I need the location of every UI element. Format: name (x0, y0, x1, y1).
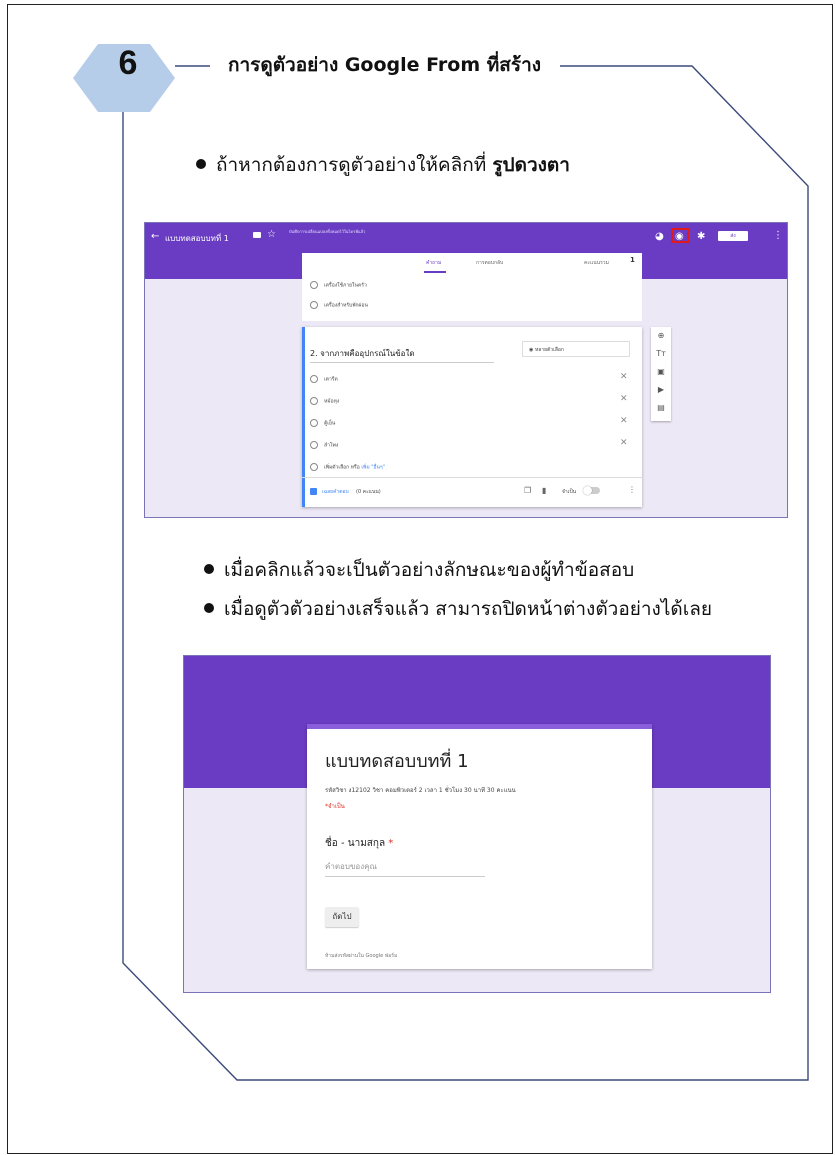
folder-icon[interactable] (253, 232, 261, 238)
question-label-text: ชื่อ - นามสกุล (325, 838, 386, 849)
add-option-link[interactable]: เพิ่มตัวเลือก หรือ (324, 465, 360, 471)
radio-icon (310, 281, 318, 289)
remove-option-icon[interactable]: ✕ (620, 372, 628, 382)
option-item[interactable]: ลำโพง (310, 441, 338, 450)
total-points-label: คะแนนรวม (584, 260, 609, 266)
preview-card-stripe (307, 724, 652, 729)
radio-icon (310, 463, 318, 471)
active-question-card: 2. จากภาพคืออุปกรณ์ในข้อใด ◉ หลายตัวเลือ… (302, 327, 642, 507)
tab-responses[interactable]: การตอบกลับ (476, 259, 503, 267)
next-button[interactable]: ถัดไป (325, 907, 359, 927)
palette-icon[interactable]: ◕ (655, 231, 664, 242)
option-item[interactable]: หม้อหุง (310, 397, 339, 406)
question-type-label: หลายตัวเลือก (534, 347, 564, 353)
radio-icon (310, 301, 318, 309)
answer-input[interactable]: คำตอบของคุณ (325, 860, 485, 877)
remove-option-icon[interactable]: ✕ (620, 394, 628, 404)
bullet-eye-instruction: ถ้าหากต้องการดูตัวอย่างให้คลิกที่ รูปดวง… (196, 150, 570, 180)
add-section-icon[interactable]: ▤ (651, 403, 671, 412)
preview-form-description: รหัสวิชา ง12102 วิชา คอมพิวเตอร์ 2 เวลา … (325, 787, 516, 794)
radio-icon (310, 397, 318, 405)
save-status-note: บันทึกการเปลี่ยนแปลงทั้งหมดไว้ในไดรฟ์แล้… (289, 229, 366, 234)
prev-option: เครื่องสำหรับพักผ่อน (310, 301, 368, 310)
step-number: 6 (118, 44, 138, 82)
radio-icon (310, 441, 318, 449)
option-label[interactable]: หม้อหุง (324, 399, 339, 405)
required-toggle[interactable] (583, 486, 600, 495)
form-title[interactable]: แบบทดสอบบทที่ 1 (165, 232, 229, 245)
floating-toolbar: ⊕ Tт ▣ ▶ ▤ (651, 327, 671, 421)
add-title-icon[interactable]: Tт (651, 349, 671, 358)
bullet-text: เมื่อดูตัวตัวอย่างเสร็จแล้ว สามารถปิดหน้… (224, 598, 712, 620)
previous-question-card: เครื่องใช้ภายในครัว เครื่องสำหรับพักผ่อน (302, 273, 642, 321)
required-star: * (388, 838, 394, 849)
bullet-text: ถ้าหากต้องการดูตัวอย่างให้คลิกที่ (216, 154, 493, 176)
bullet-bold-text: รูปดวงตา (492, 154, 570, 176)
remove-option-icon[interactable]: ✕ (620, 438, 628, 448)
gear-icon[interactable]: ✱ (697, 231, 705, 242)
more-options-icon[interactable]: ⋮ (628, 485, 636, 494)
question-label: ชื่อ - นามสกุล * (325, 836, 393, 851)
bullet-text: เมื่อคลิกแล้วจะเป็นตัวอย่างลักษณะของผู้ท… (224, 559, 635, 581)
preview-form-card: แบบทดสอบบทที่ 1 รหัสวิชา ง12102 วิชา คอม… (307, 724, 652, 969)
bullet-dot (196, 158, 206, 169)
more-menu-icon[interactable]: ⋮ (773, 230, 783, 241)
tab-questions[interactable]: คำถาม (426, 259, 441, 267)
option-label[interactable]: ลำโพง (324, 443, 338, 449)
send-button[interactable]: ส่ง (718, 231, 748, 241)
option-item[interactable]: ตู้เย็น (310, 419, 335, 428)
star-icon[interactable]: ☆ (267, 229, 276, 240)
add-question-icon[interactable]: ⊕ (651, 331, 671, 340)
preview-screenshot: แบบทดสอบบทที่ 1 รหัสวิชา ง12102 วิชา คอม… (183, 655, 771, 993)
trash-icon[interactable]: ▮ (542, 486, 546, 495)
radio-icon (310, 375, 318, 383)
option-label[interactable]: เตารีด (324, 377, 338, 383)
add-other-link[interactable]: เพิ่ม "อื่นๆ" (361, 465, 385, 471)
required-note: *จำเป็น (325, 803, 345, 810)
editor-tabs: คำถาม การตอบกลับ คะแนนรวม 1 (302, 253, 642, 273)
answer-key-link[interactable]: เฉลยคำตอบ (322, 488, 349, 496)
bullet-dot (204, 602, 214, 613)
remove-option-icon[interactable]: ✕ (620, 416, 628, 426)
question-type-select[interactable]: ◉ หลายตัวเลือก (522, 341, 630, 357)
bullet-preview-description: เมื่อคลิกแล้วจะเป็นตัวอย่างลักษณะของผู้ท… (204, 555, 634, 585)
required-label: จำเป็น (562, 489, 577, 495)
option-label[interactable]: ตู้เย็น (324, 421, 335, 427)
option-item[interactable]: เตารีด (310, 375, 338, 384)
bullet-dot (204, 563, 214, 574)
add-video-icon[interactable]: ▶ (651, 385, 671, 394)
prev-option-label: เครื่องสำหรับพักผ่อน (324, 302, 368, 309)
eye-highlight-box (671, 228, 689, 243)
add-option-row[interactable]: เพิ่มตัวเลือก หรือ เพิ่ม "อื่นๆ" (310, 463, 385, 472)
editor-screenshot: ← แบบทดสอบบทที่ 1 ☆ บันทึกการเปลี่ยนแปลง… (144, 222, 788, 518)
preview-footer-note: ห้ามส่งรหัสผ่านใน Google ฟอร์ม (325, 953, 398, 959)
step-title: การดูตัวอย่าง Google From ที่สร้าง (222, 50, 548, 80)
prev-option-label: เครื่องใช้ภายในครัว (324, 282, 367, 289)
back-arrow-icon[interactable]: ← (151, 231, 159, 242)
question-title[interactable]: 2. จากภาพคืออุปกรณ์ในข้อใด (310, 347, 494, 363)
add-image-icon[interactable]: ▣ (651, 367, 671, 376)
duplicate-icon[interactable]: ❐ (524, 486, 531, 495)
preview-form-title: แบบทดสอบบทที่ 1 (325, 751, 469, 772)
bullet-close-preview: เมื่อดูตัวตัวอย่างเสร็จแล้ว สามารถปิดหน้… (204, 594, 712, 624)
radio-icon (310, 419, 318, 427)
prev-option: เครื่องใช้ภายในครัว (310, 281, 367, 290)
question-footer: เฉลยคำตอบ (0 คะแนน) ❐ ▮ จำเป็น ⋮ (302, 477, 642, 508)
points-label: (0 คะแนน) (356, 489, 381, 495)
answer-key-icon[interactable] (310, 488, 317, 495)
total-points-value: 1 (630, 256, 635, 264)
